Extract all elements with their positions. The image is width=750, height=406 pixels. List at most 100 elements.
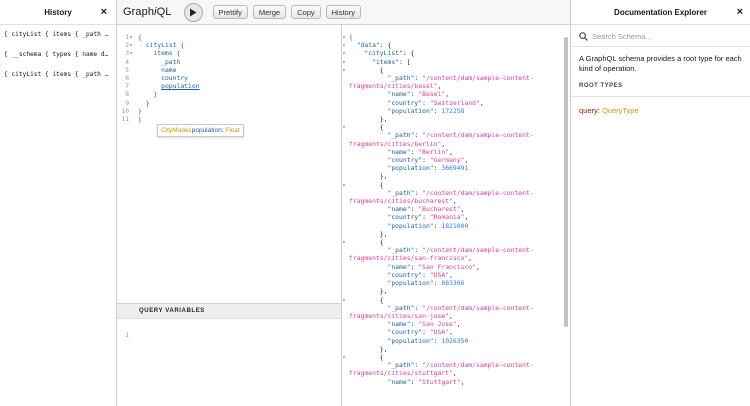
result-line: "country": "Switzerland", (387, 98, 484, 107)
play-icon (190, 8, 197, 16)
query-code[interactable]: { cityList { items { _path name country … (138, 33, 200, 123)
fold-marker-icon: ▾ (342, 57, 346, 66)
fold-marker-icon: ▾ (342, 352, 346, 361)
prettify-button[interactable]: Prettify (212, 5, 248, 19)
query-line: name (138, 66, 200, 74)
result-line: }, (349, 115, 388, 124)
result-line: "_path": "/content/dam/sample-content- (387, 361, 534, 370)
result-line: fragments/cities/bucharest", (349, 197, 457, 206)
result-line: "population": 883306 (387, 279, 465, 288)
result-line: "_path": "/content/dam/sample-content- (387, 74, 534, 83)
fold-marker-icon (129, 90, 133, 98)
query-line-numbers: 1▾ 2▾ 3▾ 4 5 6 7 8 9 10 11 (117, 33, 133, 123)
query-editor[interactable]: 1▾ 2▾ 3▾ 4 5 6 7 8 9 10 11 { cityList { ite… (117, 25, 342, 406)
query-token: name (161, 65, 177, 74)
result-line: fragments/cities/san-francisco", (349, 254, 473, 263)
fold-marker-icon: ▾ (342, 49, 346, 58)
line-number: 5 (117, 66, 133, 74)
query-keyword: query (579, 106, 598, 115)
json-key: "_path" (387, 74, 415, 83)
search-icon (579, 32, 588, 41)
fold-marker-icon (129, 74, 133, 82)
json-key: "country" (387, 213, 423, 222)
json-key: "country" (387, 156, 423, 165)
result-line: "population": 172258 (387, 106, 465, 115)
result-line: "cityList": { (364, 49, 415, 58)
line-number: 4 (117, 58, 133, 66)
json-key: "name" (387, 90, 411, 99)
schema-description: A GraphQL schema provides a root type fo… (579, 54, 742, 73)
schema-search (571, 27, 750, 47)
line-number: 3▾ (117, 49, 133, 57)
run-query-button[interactable] (183, 2, 203, 22)
query-token: } (153, 90, 158, 99)
line-number: 6 (117, 74, 133, 82)
line-number-text: 10 (121, 106, 130, 115)
json-string: "San Francisco" (418, 262, 476, 271)
close-history-icon[interactable]: × (101, 6, 107, 18)
copy-button[interactable]: Copy (291, 5, 321, 19)
type-tooltip: CityModel.population: Float (157, 124, 244, 137)
result-line: fragments/cities/san-jose", (349, 311, 453, 320)
json-key: "data" (356, 41, 380, 50)
fold-marker-icon: ▾ (342, 41, 346, 50)
history-item[interactable]: { cityList { items { _path n... (0, 25, 116, 45)
result-line: fragments/cities/stuttgart", (349, 369, 457, 378)
result-line: { (349, 33, 534, 41)
close-docs-icon[interactable]: × (737, 6, 743, 18)
json-key: "_path" (387, 303, 415, 312)
line-number: 9 (117, 99, 133, 107)
result-line: }, (349, 172, 388, 181)
query-token: { (138, 33, 142, 41)
query-line: population (138, 82, 199, 90)
result-json: { "data": { "cityList": { "items": [ { "… (349, 33, 534, 386)
result-line: "population": 1821000 (387, 221, 469, 230)
result-line: }, (349, 287, 388, 296)
schema-search-input[interactable] (592, 32, 742, 41)
fold-marker-icon (129, 107, 133, 115)
result-line: { (349, 180, 384, 189)
result-line: "_path": "/content/dam/sample-content- (387, 188, 534, 197)
history-item[interactable]: { __schema { types { name de... (0, 45, 116, 65)
query-variables-header[interactable]: QUERY VARIABLES (117, 304, 341, 319)
fold-marker-icon (129, 99, 133, 107)
text-cursor: | (138, 115, 142, 124)
documentation-explorer: Documentation Explorer × A GraphQL schem… (570, 0, 750, 406)
result-line: "data": { (356, 41, 392, 50)
result-scrollbar[interactable] (564, 37, 568, 327)
history-button[interactable]: History (325, 5, 361, 19)
query-root-type: query: QueryType (579, 106, 639, 115)
json-number: 172258 (441, 106, 465, 115)
merge-button[interactable]: Merge (252, 5, 287, 19)
json-string: "Berlin" (418, 147, 450, 156)
query-line: } (138, 107, 200, 115)
json-string: "Stuttgart" (418, 377, 461, 386)
fold-marker-icon: ▾ (342, 123, 346, 132)
fold-marker-icon: ▾ (342, 180, 346, 189)
fold-marker-icon: ▾ (129, 33, 133, 41)
query-type-link[interactable]: QueryType (602, 106, 639, 115)
line-number: 1▾ (117, 33, 133, 41)
fold-marker-icon: ▾ (129, 49, 133, 58)
history-item[interactable]: { cityList { items { _path n... (0, 65, 116, 85)
result-line: "name": "Berlin", (387, 147, 453, 156)
json-string: "/content/dam/sample-content- (422, 303, 534, 312)
json-key: "population" (387, 221, 434, 230)
json-string: "/content/dam/sample-content- (422, 361, 534, 370)
app-title: GraphiQL (123, 6, 172, 18)
query-line: } (138, 99, 200, 107)
